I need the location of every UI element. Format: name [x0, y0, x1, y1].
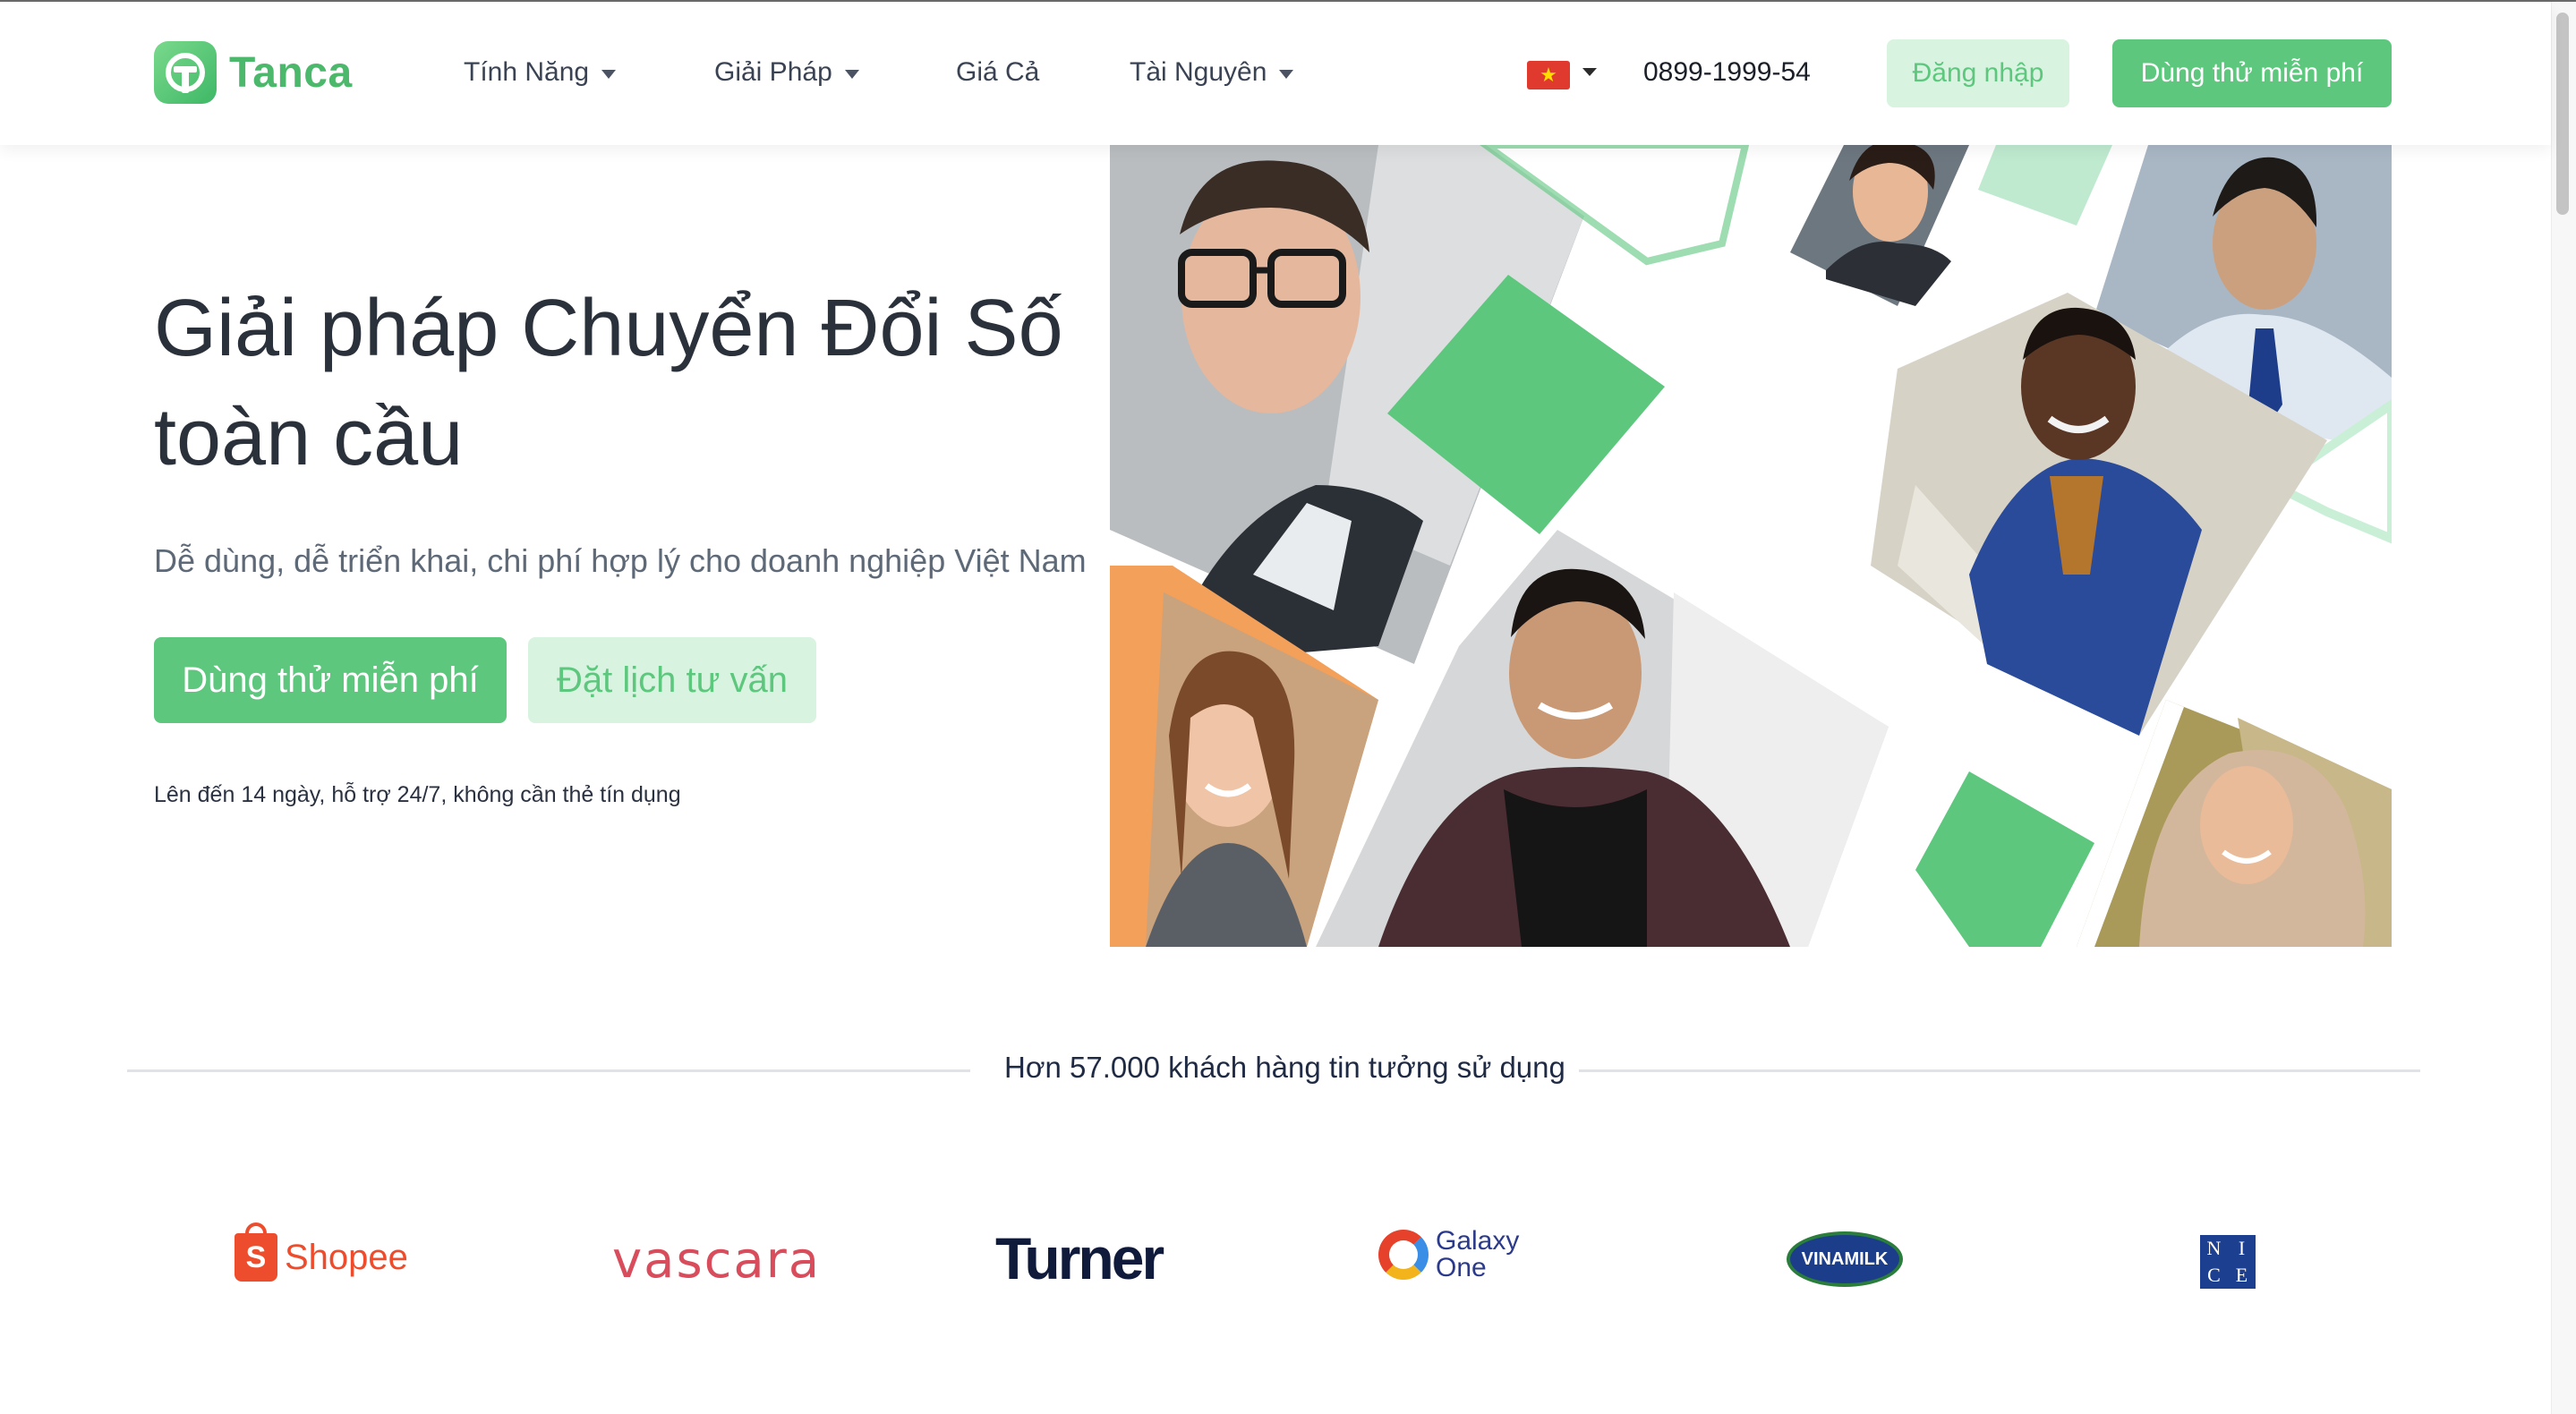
nice-logo: N I C E — [2200, 1235, 2256, 1289]
caret-down-icon — [844, 70, 859, 79]
phone-number[interactable]: 0899-1999-54 — [1643, 57, 1811, 88]
tanca-logo-text: Tanca — [229, 48, 353, 97]
nav-item-resources[interactable]: Tài Nguyên — [1130, 57, 1294, 88]
login-button[interactable]: Đăng nhập — [1887, 39, 2069, 107]
scrollbar-thumb[interactable] — [2556, 13, 2569, 215]
shopee-logo-text: Shopee — [285, 1237, 408, 1277]
nav-item-label: Giải Pháp — [714, 57, 832, 87]
photo-woman-top — [1790, 145, 1969, 306]
nav-item-label: Tài Nguyên — [1130, 57, 1267, 87]
trust-text: Hơn 57.000 khách hàng tin tưởng sử dụng — [1004, 1051, 1565, 1084]
caret-down-icon — [1279, 70, 1294, 79]
vietnam-flag-icon[interactable]: ★ — [1527, 61, 1570, 89]
hero-title-line2: toàn cầu — [154, 393, 464, 482]
nav-item-pricing[interactable]: Giá Cả — [956, 57, 1039, 88]
hero-title: Giải pháp Chuyển Đổi Số toàn cầu — [154, 274, 1094, 492]
galaxy-one-logo: Galaxy One — [1378, 1228, 1519, 1282]
tanca-logo[interactable]: Tanca — [154, 41, 353, 104]
site-header: Tanca Tính Năng Giải Pháp Giá Cả Tài Ngu… — [0, 2, 2551, 145]
vinamilk-logo: VINAMILK — [1787, 1231, 1903, 1287]
hero-photo-collage — [1110, 145, 2392, 947]
language-caret-icon[interactable] — [1582, 68, 1597, 76]
nav-item-features[interactable]: Tính Năng — [464, 57, 617, 88]
shopee-bag-icon: S — [235, 1222, 277, 1282]
nav-item-label: Tính Năng — [464, 57, 590, 87]
nice-logo-box: N I C E — [2200, 1235, 2256, 1289]
hero-subtitle: Dễ dùng, dễ triển khai, chi phí hợp lý c… — [154, 542, 1087, 579]
shopee-logo: S Shopee — [235, 1222, 408, 1282]
trust-divider-left — [127, 1069, 970, 1072]
turner-logo: Turner — [995, 1225, 1164, 1291]
vinamilk-logo-text: VINAMILK — [1787, 1231, 1903, 1287]
trust-divider-right — [1579, 1069, 2420, 1072]
header-trial-button[interactable]: Dùng thử miễn phí — [2112, 39, 2392, 107]
hero-trial-button[interactable]: Dùng thử miễn phí — [154, 637, 507, 723]
book-consultation-button[interactable]: Đặt lịch tư vấn — [528, 637, 816, 723]
galaxy-g-icon — [1378, 1230, 1429, 1280]
tanca-logo-icon — [154, 41, 217, 104]
vascara-logo: vascara — [612, 1231, 822, 1290]
hero-title-line1: Giải pháp Chuyển Đổi Số — [154, 284, 1063, 373]
galaxy-logo-text: Galaxy One — [1436, 1226, 1520, 1282]
hero-note: Lên đến 14 ngày, hỗ trợ 24/7, không cần … — [154, 782, 681, 807]
nav-item-label: Giá Cả — [956, 57, 1040, 87]
nav-item-solutions[interactable]: Giải Pháp — [714, 57, 859, 88]
caret-down-icon — [601, 70, 617, 79]
